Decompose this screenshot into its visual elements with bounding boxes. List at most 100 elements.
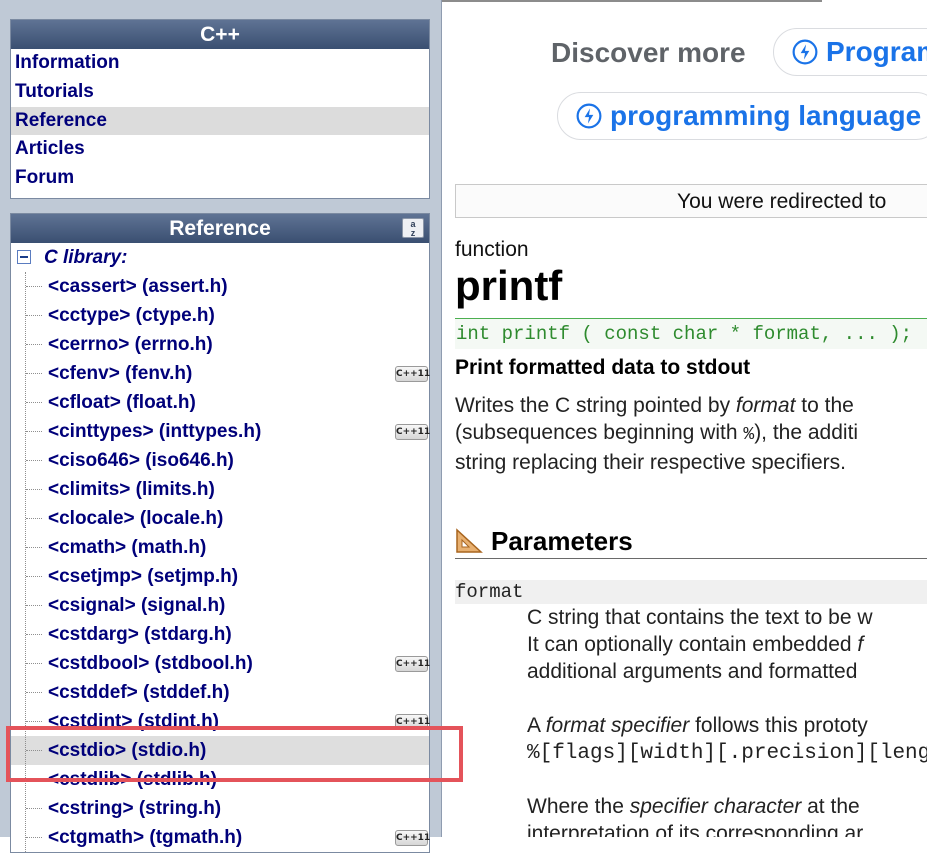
reference-box-header: Reference az	[11, 214, 429, 243]
tree-item-label: <climits> (limits.h)	[48, 479, 215, 500]
set-square-icon	[456, 528, 483, 553]
text: A	[527, 714, 546, 737]
italic-term: f	[857, 633, 864, 656]
tree-connector	[26, 605, 42, 606]
format-spec-prototype: %[flags][width][.precision][length]sp	[527, 742, 927, 765]
discover-more-label: Discover more	[551, 37, 746, 68]
tree-item-label: <cctype> (ctype.h)	[48, 305, 215, 326]
main-content: Discover more Program programming langua…	[442, 0, 927, 837]
tree-item-label: <cstring> (string.h)	[48, 798, 222, 819]
italic-term: format	[735, 394, 796, 417]
description-line: (subsequences beginning with %), the add…	[455, 419, 858, 449]
tree-items: <cassert> (assert.h) <cctype> (ctype.h) <c…	[11, 272, 430, 852]
cpp-nav-list: Information Tutorials Reference Articles For…	[11, 49, 429, 193]
tree-root-c-library[interactable]: C library:	[11, 243, 429, 272]
tree-item[interactable]: <cassert> (assert.h)	[11, 272, 429, 301]
tree-connector	[26, 750, 42, 751]
description-line: string replacing their respective specif…	[455, 451, 847, 474]
tree-item[interactable]: <cstdarg> (stdarg.h)	[11, 620, 429, 649]
cpp11-badge-icon: C++11	[395, 424, 430, 440]
tree-item-label: <clocale> (locale.h)	[48, 508, 224, 529]
collapse-minus-icon[interactable]	[17, 250, 31, 264]
tree-connector	[26, 663, 42, 664]
tree-item-label: <cstddef> (stddef.h)	[48, 682, 230, 703]
page-title: printf	[455, 262, 563, 309]
tree-item-label: <cerrno> (errno.h)	[48, 334, 213, 355]
tree-item[interactable]: <climits> (limits.h)	[11, 475, 429, 504]
bolt-icon	[792, 39, 818, 65]
text: ), the additi	[754, 421, 859, 444]
tree-item[interactable]: <cfenv> (fenv.h) C++11	[11, 359, 430, 388]
tree-item[interactable]: <cstdint> (stdint.h) C++11	[11, 707, 430, 736]
tree-item[interactable]: <cctype> (ctype.h)	[11, 301, 429, 330]
param-desc-line: It can optionally contain embedded f	[527, 631, 863, 658]
text: (subsequences beginning with	[455, 421, 744, 444]
tree-connector	[26, 402, 42, 403]
entity-kind: function	[455, 238, 529, 261]
nav-item-articles[interactable]: Articles	[11, 135, 429, 164]
tree-item[interactable]: <cinttypes> (inttypes.h) C++11	[11, 417, 430, 446]
tree-root-label: C library:	[44, 247, 128, 268]
param-desc-line: Where the specifier character at the	[527, 793, 860, 820]
parameters-heading: Parameters	[455, 524, 927, 559]
param-desc-line: C string that contains the text to be w	[527, 606, 873, 629]
text: Where the	[527, 795, 630, 818]
param-name-format: format	[455, 580, 927, 604]
tree-item-label: <cstdio> (stdio.h)	[48, 740, 207, 761]
cpp11-badge-icon: C++11	[395, 366, 430, 382]
nav-item-reference[interactable]: Reference	[11, 106, 429, 136]
tree-item-label: <cstdint> (stdint.h)	[48, 711, 219, 732]
a-z-sort-icon[interactable]: az	[402, 218, 424, 238]
tree-item-label: <cfenv> (fenv.h)	[48, 363, 193, 384]
function-prototype: int printf ( const char * format, ... );	[455, 318, 927, 349]
tree-item[interactable]: <cstdbool> (stdbool.h) C++11	[11, 649, 430, 678]
tree-item[interactable]: <cerrno> (errno.h)	[11, 330, 429, 359]
tree-item[interactable]: <ctgmath> (tgmath.h) C++11	[11, 823, 430, 852]
tree-item[interactable]: <cstdlib> (stdlib.h)	[11, 765, 429, 794]
text: Writes the C string pointed by	[455, 394, 736, 417]
tree-connector	[26, 344, 42, 345]
tree-item-label: <cassert> (assert.h)	[48, 276, 228, 297]
chip-program-label: Program	[826, 36, 927, 67]
top-divider	[442, 0, 822, 2]
tree-item[interactable]: <csignal> (signal.h)	[11, 591, 429, 620]
tree-item[interactable]: <cstdio> (stdio.h)	[11, 736, 429, 765]
cpp-nav-box: C++ Information Tutorials Reference Article…	[10, 19, 430, 199]
tree-item[interactable]: <cfloat> (float.h)	[11, 388, 429, 417]
tree-connector	[26, 576, 42, 577]
tree-connector	[26, 315, 42, 316]
tree-item[interactable]: <csetjmp> (setjmp.h)	[11, 562, 429, 591]
cpp11-badge-icon: C++11	[395, 656, 430, 672]
tree-connector	[26, 489, 42, 490]
tree-connector	[26, 286, 42, 287]
text: to the	[795, 394, 854, 417]
tree-item-label: <ctgmath> (tgmath.h)	[48, 827, 243, 848]
tree-item-label: <csetjmp> (setjmp.h)	[48, 566, 239, 587]
tree-connector	[26, 837, 42, 838]
italic-term: format specifier	[545, 714, 690, 737]
chip-programming-language[interactable]: programming language	[557, 92, 927, 140]
tree-item-label: <csignal> (signal.h)	[48, 595, 226, 616]
tree-item[interactable]: <cmath> (math.h)	[11, 533, 429, 562]
tree-connector	[26, 721, 42, 722]
left-sidebar: C++ Information Tutorials Reference Article…	[0, 0, 463, 853]
parameters-heading-label: Parameters	[491, 526, 633, 556]
nav-item-forum[interactable]: Forum	[11, 164, 429, 193]
tree-item[interactable]: <ciso646> (iso646.h)	[11, 446, 429, 475]
tree-connector	[26, 808, 42, 809]
text: at the	[801, 795, 860, 818]
nav-item-tutorials[interactable]: Tutorials	[11, 78, 429, 107]
description-line: Writes the C string pointed by format to…	[455, 392, 858, 419]
tree-item[interactable]: <clocale> (locale.h)	[11, 504, 429, 533]
tree-item[interactable]: <cstddef> (stddef.h)	[11, 678, 429, 707]
tree-item-label: <cmath> (math.h)	[48, 537, 207, 558]
chip-programming-language-label: programming language	[610, 100, 922, 131]
tree-connector	[26, 692, 42, 693]
tree-connector	[26, 547, 42, 548]
tree-connector	[26, 431, 42, 432]
reference-box-title: Reference	[169, 217, 271, 240]
chip-program[interactable]: Program	[773, 28, 927, 76]
reference-tree: C library: <cassert> (assert.h) <cctype> …	[11, 243, 430, 852]
tree-item[interactable]: <cstring> (string.h)	[11, 794, 429, 823]
nav-item-information[interactable]: Information	[11, 49, 429, 78]
